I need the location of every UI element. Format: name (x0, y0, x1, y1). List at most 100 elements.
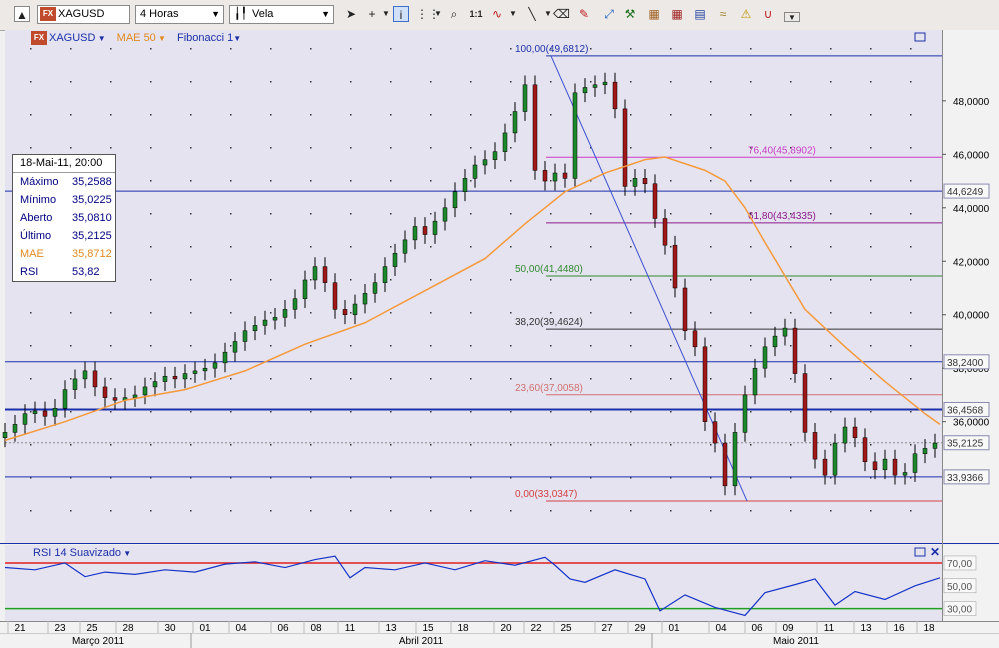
candle-body (332, 282, 338, 310)
candle-body (672, 244, 678, 289)
symbol-field[interactable]: FX XAGUSD (37, 5, 130, 24)
data-window-label: Mínimo (20, 194, 57, 206)
data-window-value: 35,8712 (72, 248, 112, 260)
candle-body (572, 92, 578, 179)
magnet-icon[interactable]: ∪ (760, 6, 776, 22)
grid-dot (270, 345, 272, 347)
signal-icon[interactable]: ≈ (715, 6, 731, 22)
symbol-value: XAGUSD (58, 8, 105, 20)
export-icon[interactable]: ▤ (692, 6, 708, 22)
chevron-down-icon[interactable]: ▼ (156, 34, 166, 43)
grid-dot (390, 147, 392, 149)
template-icon[interactable]: ⤢ (601, 6, 617, 22)
legend-mae[interactable]: MAE 50 (117, 32, 156, 44)
candle-body (882, 458, 888, 471)
day-tick-label: 15 (422, 623, 434, 634)
grid-dot (790, 510, 792, 512)
grid-dot (910, 81, 912, 83)
grid-dot (150, 510, 152, 512)
price-panel[interactable] (5, 30, 942, 544)
grid-dot (590, 81, 592, 83)
grid-dot (270, 147, 272, 149)
candle-body (42, 410, 48, 417)
grid-dot (790, 279, 792, 281)
candle-body (912, 453, 918, 473)
properties-icon[interactable]: ✎ (576, 6, 592, 22)
grid-dot (190, 378, 192, 380)
chart-area[interactable]: 100,00(49,6812) 76,40(45,8902) 61,80(43,43… (0, 30, 999, 648)
grid-dot (550, 81, 552, 83)
grid-dot (70, 114, 72, 116)
more-icon[interactable]: ▼ (784, 12, 800, 22)
data-window-row: Máximo 35,2588 (13, 173, 115, 191)
indicator-wave-icon[interactable]: ∿ (489, 6, 505, 22)
chevron-down-icon[interactable]: ▼ (233, 34, 241, 43)
grid-dot (270, 411, 272, 413)
fibonacci-level-label: 100,00(49,6812) (515, 44, 588, 55)
grid-dot (790, 114, 792, 116)
candle-body (502, 132, 508, 152)
grid-dot (430, 246, 432, 248)
cursor-icon[interactable]: ➤ (343, 6, 359, 22)
grid-dot (470, 147, 472, 149)
save-chart-icon[interactable]: ▦ (646, 6, 662, 22)
grid-dot (830, 180, 832, 182)
grid-dot (470, 81, 472, 83)
rsi-title[interactable]: RSI 14 Suavizado (33, 547, 121, 559)
chevron-down-icon[interactable]: ▼ (95, 34, 106, 43)
grid-dot (110, 411, 112, 413)
price-legend: FX XAGUSD ▼ MAE 50 ▼ Fibonacci 1▼ (31, 31, 241, 46)
timeframe-select[interactable]: 4 Horas ▼ (135, 5, 224, 24)
candle-body (312, 266, 318, 281)
tools-icon[interactable]: ⚒ (622, 6, 638, 22)
day-tick-label: 06 (751, 623, 763, 634)
grid-dot (870, 345, 872, 347)
trendline-icon[interactable]: ╲ (524, 6, 540, 22)
chart-type-value: Vela (252, 8, 274, 20)
grid-dot (630, 213, 632, 215)
grid-dot (430, 180, 432, 182)
grid-dot (470, 213, 472, 215)
grid-dot (350, 213, 352, 215)
price-tick-label: 42,0000 (953, 257, 990, 268)
grid-dot (510, 81, 512, 83)
candle-body (862, 437, 868, 463)
candle-body (152, 381, 158, 388)
grid-dot (430, 279, 432, 281)
zoom-icon[interactable]: ⌕ (446, 6, 462, 22)
grid-dot (270, 114, 272, 116)
alert-icon[interactable]: ⚠ (738, 6, 754, 22)
eraser-icon[interactable]: ⌫ (553, 6, 570, 22)
legend-symbol[interactable]: XAGUSD (49, 32, 95, 44)
collapse-up-icon[interactable]: ▲ (14, 6, 30, 22)
chevron-down-icon[interactable]: ▼ (430, 6, 446, 22)
data-window-label: MAE (20, 248, 44, 260)
grid-dot (310, 411, 312, 413)
load-chart-icon[interactable]: ▦ (669, 6, 685, 22)
grid-dot (270, 378, 272, 380)
grid-dot (830, 345, 832, 347)
grid-dot (790, 180, 792, 182)
grid-dot (710, 312, 712, 314)
grid-dot (110, 510, 112, 512)
info-icon[interactable]: i (393, 6, 409, 22)
grid-dot (270, 312, 272, 314)
data-window-value: 53,82 (72, 266, 100, 278)
grid-dot (230, 81, 232, 83)
grid-dot (30, 444, 32, 446)
grid-dot (430, 81, 432, 83)
grid-dot (910, 411, 912, 413)
chart-type-select[interactable]: ╽╿ Vela ▼ (229, 5, 334, 24)
chevron-down-icon[interactable]: ▼ (378, 6, 394, 22)
price-badge-label: 36,4568 (947, 405, 984, 416)
chevron-down-icon[interactable]: ▼ (505, 6, 521, 22)
chevron-down-icon[interactable]: ▼ (121, 549, 131, 558)
candle-body (22, 413, 28, 425)
zoom-one-to-one-icon[interactable]: 1:1 (468, 6, 484, 22)
candle-body (202, 367, 208, 372)
grid-dot (470, 510, 472, 512)
close-rsi-panel-icon[interactable]: ✕ (930, 545, 940, 559)
legend-fibonacci[interactable]: Fibonacci 1 (177, 32, 233, 44)
candle-body (192, 370, 198, 374)
candle-body (682, 287, 688, 332)
